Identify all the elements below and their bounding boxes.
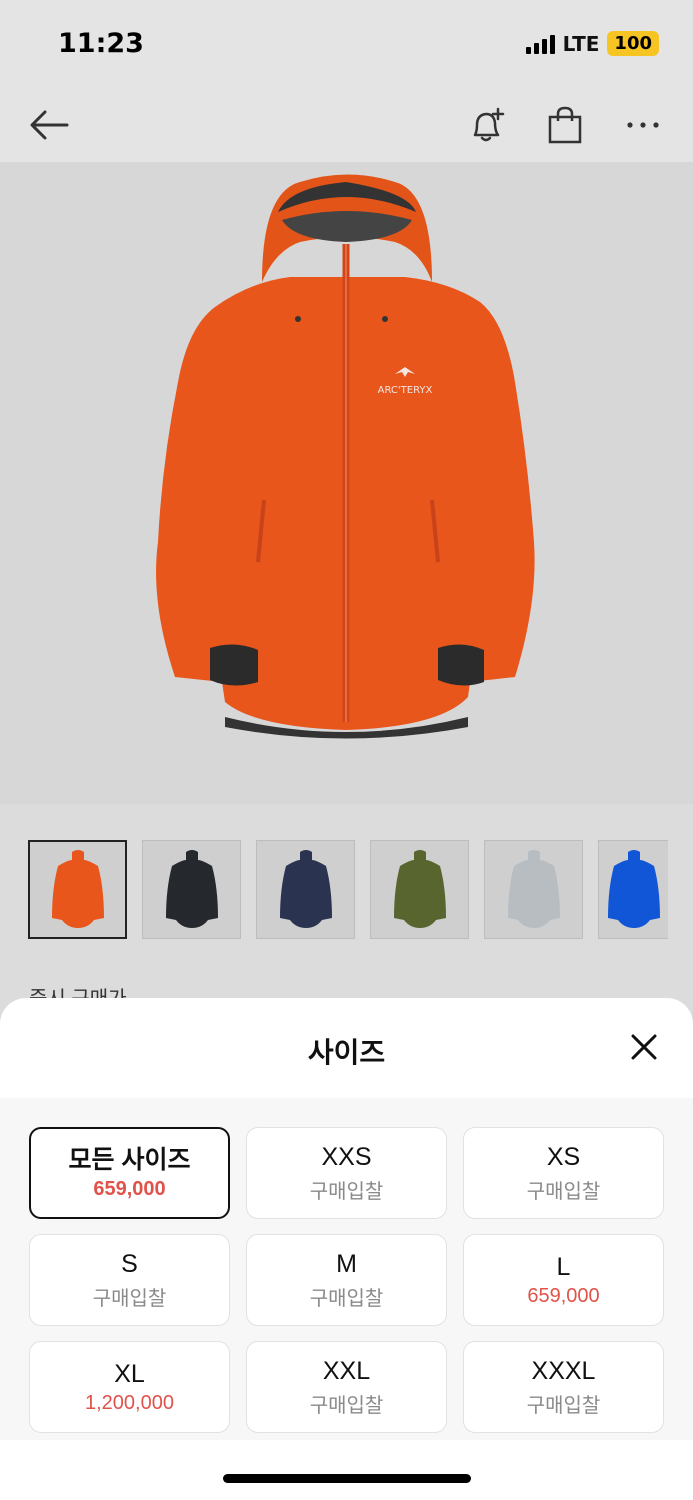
size-option-xxs[interactable]: XXS 구매입찰 <box>246 1127 447 1219</box>
jacket-thumbnail <box>165 849 218 928</box>
brand-logo: ARC'TERYX <box>378 385 433 396</box>
thumbnail-orange[interactable] <box>28 840 127 939</box>
more-icon <box>627 122 659 128</box>
sheet-title: 사이즈 <box>307 1037 386 1068</box>
size-label: XS <box>546 1143 581 1171</box>
size-options-area: 모든 사이즈 659,000 XXS 구매입찰 XS 구매입찰 S 구매입찰 M… <box>0 1098 693 1440</box>
battery-level: 100 <box>607 31 659 56</box>
thumbnail-olive[interactable] <box>370 840 469 939</box>
arrow-left-icon <box>30 110 69 140</box>
bell-plus-icon <box>473 107 505 142</box>
alert-add-button[interactable] <box>462 100 512 150</box>
size-price: 구매입찰 <box>92 1288 167 1310</box>
size-label: 모든 사이즈 <box>68 1146 191 1174</box>
size-option-xl[interactable]: XL 1,200,000 <box>29 1341 230 1433</box>
product-image[interactable]: ARC'TERYX <box>0 162 693 804</box>
color-thumbnails <box>28 840 668 939</box>
size-option-m[interactable]: M 구매입찰 <box>246 1234 447 1326</box>
size-option-l[interactable]: L 659,000 <box>463 1234 664 1326</box>
thumbnail-navy[interactable] <box>256 840 355 939</box>
jacket-thumbnail <box>607 849 660 928</box>
close-icon <box>631 1034 657 1060</box>
size-bottom-sheet: 사이즈 모든 사이즈 659,000 XXS 구매입찰 XS 구매입찰 S 구매… <box>0 998 693 1500</box>
size-label: XXXL <box>531 1357 596 1385</box>
size-option-xxl[interactable]: XXL 구매입찰 <box>246 1341 447 1433</box>
size-price: 659,000 <box>527 1285 600 1307</box>
more-button[interactable] <box>618 100 668 150</box>
close-button[interactable] <box>629 1032 659 1062</box>
size-price: 659,000 <box>93 1178 166 1200</box>
size-price: 구매입찰 <box>526 1395 601 1417</box>
size-option-all[interactable]: 모든 사이즈 659,000 <box>29 1127 230 1219</box>
back-button[interactable] <box>24 100 74 150</box>
status-time: 11:23 <box>58 28 144 59</box>
thumbnail-grey[interactable] <box>484 840 583 939</box>
jacket-thumbnail <box>507 849 560 928</box>
thumbnail-blue[interactable] <box>598 840 668 939</box>
thumbnail-black[interactable] <box>142 840 241 939</box>
network-label: LTE <box>562 31 600 56</box>
size-label: XXS <box>321 1143 372 1171</box>
cart-button[interactable] <box>540 100 590 150</box>
nav-bar <box>0 88 693 162</box>
size-price: 구매입찰 <box>309 1288 384 1310</box>
size-price: 구매입찰 <box>309 1395 384 1417</box>
size-grid: 모든 사이즈 659,000 XXS 구매입찰 XS 구매입찰 S 구매입찰 M… <box>29 1127 664 1433</box>
size-price: 구매입찰 <box>526 1181 601 1203</box>
size-label: L <box>556 1253 571 1281</box>
size-label: XXL <box>322 1357 371 1385</box>
signal-icon <box>525 34 555 54</box>
size-option-xs[interactable]: XS 구매입찰 <box>463 1127 664 1219</box>
status-indicators: LTE 100 <box>525 31 659 56</box>
jacket-thumbnail <box>393 849 446 928</box>
size-option-s[interactable]: S 구매입찰 <box>29 1234 230 1326</box>
status-bar: 11:23 LTE 100 <box>0 0 693 88</box>
size-label: M <box>336 1250 357 1278</box>
jacket-thumbnail <box>279 849 332 928</box>
jacket-thumbnail <box>51 849 104 928</box>
size-label: XL <box>114 1360 145 1388</box>
home-indicator <box>223 1474 471 1483</box>
size-price: 1,200,000 <box>85 1392 174 1414</box>
size-price: 구매입찰 <box>309 1181 384 1203</box>
size-label: S <box>121 1250 138 1278</box>
shopping-bag-icon <box>548 106 582 144</box>
jacket-image: ARC'TERYX <box>156 174 535 739</box>
size-option-xxxl[interactable]: XXXL 구매입찰 <box>463 1341 664 1433</box>
